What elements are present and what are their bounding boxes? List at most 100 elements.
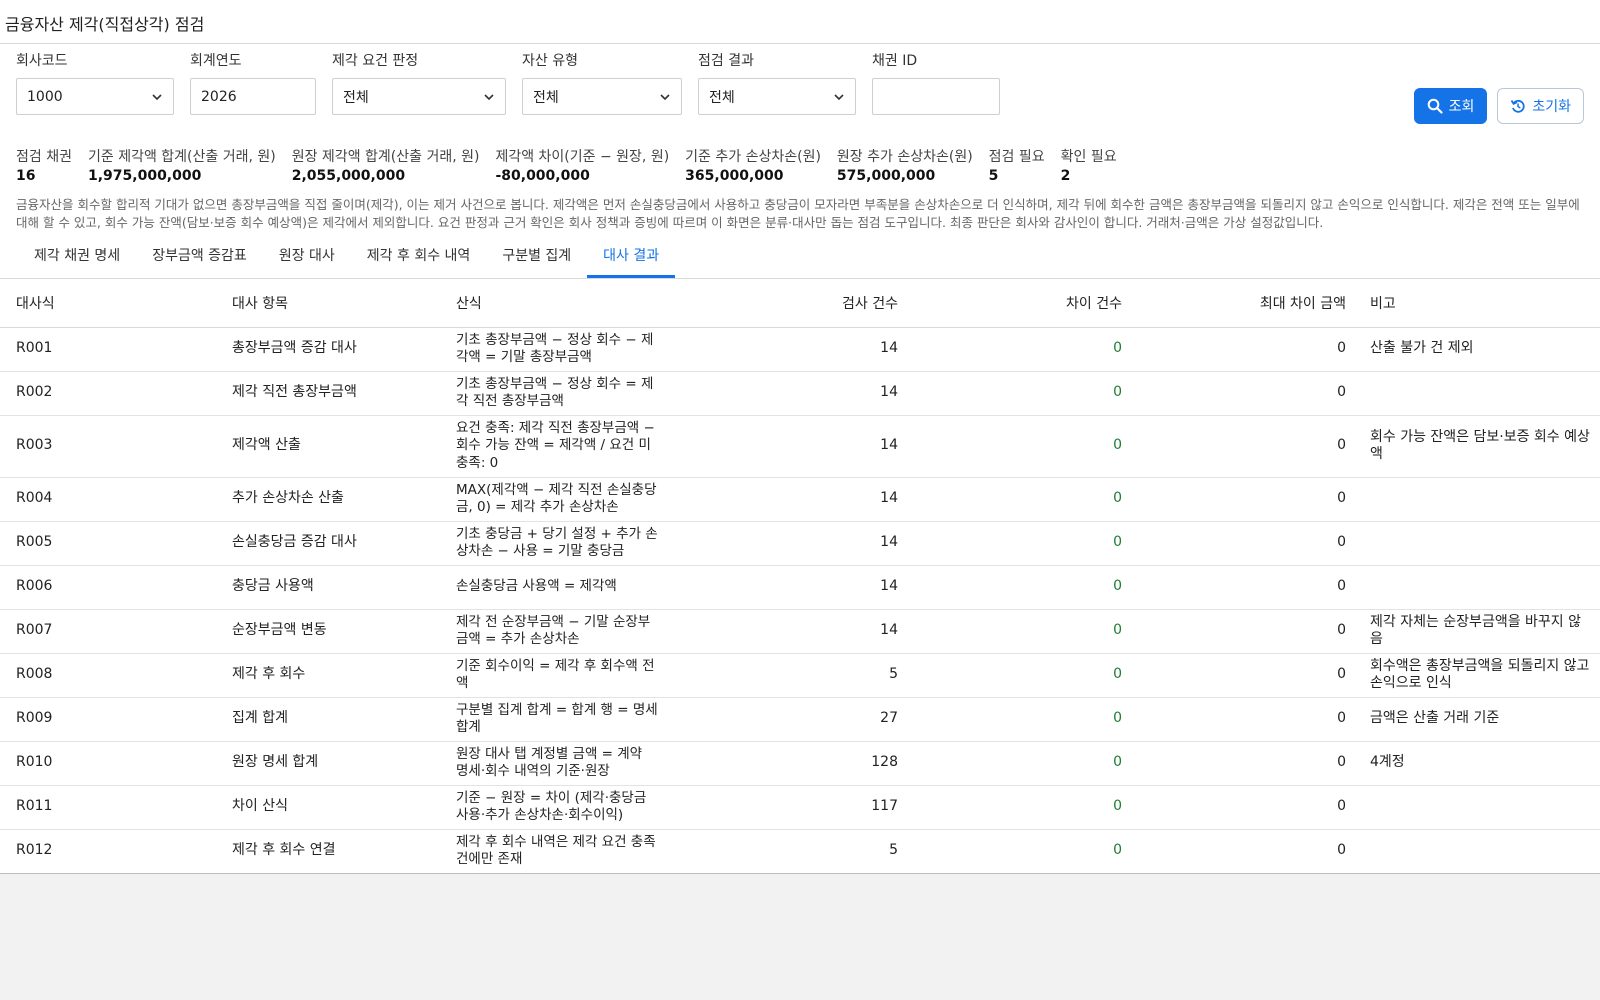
bond-id-label: 채권 ID — [872, 53, 918, 69]
tab-reconciliation-results[interactable]: 대사 결과 — [587, 235, 676, 278]
filter-bar: 회사코드 1000 회계연도 제각 요건 판정 전체 자산 유형 전체 — [16, 52, 1584, 130]
summary-item: 점검 채권 16 — [16, 146, 72, 184]
chevron-down-icon — [152, 93, 162, 100]
rule-id-cell: R006 — [0, 565, 216, 610]
diff-count-cell: 0 — [906, 741, 1130, 786]
guidance-note: 금융자산을 회수할 합리적 기대가 없으면 총장부금액을 직접 줄이며(제각),… — [16, 197, 1580, 230]
diff-count-cell: 0 — [906, 565, 1130, 610]
rule-id-cell: R007 — [0, 609, 216, 654]
check-count-cell: 14 — [666, 371, 906, 416]
rule-id-cell: R012 — [0, 829, 216, 874]
formula-cell: MAX(제각액 − 제각 직전 손실충당금, 0) = 제각 추가 손상차손 — [440, 477, 666, 522]
diff-count-cell: 0 — [906, 653, 1130, 698]
max-diff-cell: 0 — [1130, 609, 1354, 654]
check-result-select[interactable]: 전체 — [698, 78, 856, 115]
formula-cell: 기준 − 원장 = 차이 (제각·충당금 사용·추가 손상차손·회수이익) — [440, 785, 666, 830]
formula-cell: 기초 총장부금액 − 정상 회수 = 제각 직전 총장부금액 — [440, 371, 666, 416]
remark-cell: 금액은 산출 거래 기준 — [1354, 697, 1600, 742]
column-header[interactable]: 대사식 — [0, 279, 216, 328]
check-result-label: 점검 결과 — [698, 53, 754, 69]
table-row[interactable]: R010 원장 명세 합계 원장 대사 탭 계정별 금액 = 계약 명세·회수 내역… — [0, 741, 1600, 786]
table-row[interactable]: R009 집계 합계 구분별 집계 합계 = 합계 행 = 명세 합계 27 0 0 금액은… — [0, 697, 1600, 742]
search-button[interactable]: 조회 — [1413, 88, 1488, 124]
max-diff-cell: 0 — [1130, 521, 1354, 566]
table-row[interactable]: R004 추가 손상차손 산출 MAX(제각액 − 제각 직전 손실충당금, 0) … — [0, 477, 1600, 522]
max-diff-cell: 0 — [1130, 653, 1354, 698]
tab-carrying-amount[interactable]: 장부금액 증감표 — [136, 235, 263, 278]
summary-value: 16 — [16, 168, 36, 184]
tab-ledger-reconciliation[interactable]: 원장 대사 — [263, 235, 351, 278]
formula-cell: 기초 총장부금액 − 정상 회수 − 제각액 = 기말 총장부금액 — [440, 327, 666, 372]
tab-recoveries[interactable]: 제각 후 회수 내역 — [351, 235, 487, 278]
max-diff-cell: 0 — [1130, 785, 1354, 830]
rule-item-cell: 순장부금액 변동 — [216, 609, 440, 654]
check-count-cell: 5 — [666, 829, 906, 874]
asset-type-select[interactable]: 전체 — [522, 78, 682, 115]
fiscal-year-label: 회계연도 — [190, 53, 242, 69]
check-count-cell: 5 — [666, 653, 906, 698]
reset-button[interactable]: 초기화 — [1497, 88, 1584, 124]
summary-item: 기준 제각액 합계(산출 거래, 원) 1,975,000,000 — [88, 146, 276, 184]
search-button-label: 조회 — [1448, 99, 1475, 115]
rule-id-cell: R001 — [0, 327, 216, 372]
remark-cell — [1354, 785, 1600, 830]
remark-cell — [1354, 565, 1600, 610]
rule-item-cell: 총장부금액 증감 대사 — [216, 327, 440, 372]
summary-value: 365,000,000 — [685, 168, 784, 184]
reset-button-label: 초기화 — [1532, 99, 1571, 115]
max-diff-cell: 0 — [1130, 371, 1354, 416]
column-header[interactable]: 검사 건수 — [666, 279, 906, 328]
table-row[interactable]: R002 제각 직전 총장부금액 기초 총장부금액 − 정상 회수 = 제각 직전 … — [0, 371, 1600, 416]
rule-item-cell: 제각 후 회수 — [216, 653, 440, 698]
table-row[interactable]: R011 차이 산식 기준 − 원장 = 차이 (제각·충당금 사용·추가 손상차손… — [0, 785, 1600, 830]
formula-cell: 기준 회수이익 = 제각 후 회수액 전액 — [440, 653, 666, 698]
column-header[interactable]: 최대 차이 금액 — [1130, 279, 1354, 328]
table-row[interactable]: R006 충당금 사용액 손실충당금 사용액 = 제각액 14 0 0 — [0, 565, 1600, 610]
reconciliation-table: 대사식 대사 항목 산식 검사 건수 차이 건수 최대 차이 금액 비고 R00… — [0, 279, 1600, 874]
writeoff-judgment-select[interactable]: 전체 — [332, 78, 506, 115]
remark-cell — [1354, 477, 1600, 522]
company-code-select[interactable]: 1000 — [16, 78, 174, 115]
summary-bar: 점검 채권 16 기준 제각액 합계(산출 거래, 원) 1,975,000,000… — [16, 146, 1584, 184]
table-row[interactable]: R008 제각 후 회수 기준 회수이익 = 제각 후 회수액 전액 5 0 0 회수액은 … — [0, 653, 1600, 698]
tab-writeoff-bonds[interactable]: 제각 채권 명세 — [18, 235, 136, 278]
check-count-cell: 128 — [666, 741, 906, 786]
table-row[interactable]: R007 순장부금액 변동 제각 전 순장부금액 − 기말 순장부금액 = 추가 손… — [0, 609, 1600, 654]
column-header[interactable]: 산식 — [440, 279, 666, 328]
remark-cell: 회수액은 총장부금액을 되돌리지 않고 손익으로 인식 — [1354, 653, 1600, 698]
search-icon — [1427, 98, 1443, 114]
asset-type-value: 전체 — [533, 89, 559, 106]
page-title: 금융자산 제각(직접상각) 점검 — [0, 0, 1600, 44]
diff-count-cell: 0 — [906, 697, 1130, 742]
check-count-cell: 14 — [666, 477, 906, 522]
formula-cell: 기초 충당금 + 당기 설정 + 추가 손상차손 − 사용 = 기말 충당금 — [440, 521, 666, 566]
column-header[interactable]: 대사 항목 — [216, 279, 440, 328]
remark-cell — [1354, 371, 1600, 416]
rule-item-cell: 충당금 사용액 — [216, 565, 440, 610]
check-count-cell: 14 — [666, 327, 906, 372]
max-diff-cell: 0 — [1130, 565, 1354, 610]
rule-id-cell: R009 — [0, 697, 216, 742]
column-header[interactable]: 비고 — [1354, 279, 1600, 328]
max-diff-cell: 0 — [1130, 477, 1354, 522]
remark-cell: 제각 자체는 순장부금액을 바꾸지 않음 — [1354, 609, 1600, 654]
rule-id-cell: R004 — [0, 477, 216, 522]
table-row[interactable]: R003 제각액 산출 요건 충족: 제각 직전 총장부금액 − 회수 가능 잔액 … — [0, 415, 1600, 478]
chevron-down-icon — [484, 93, 494, 100]
column-header[interactable]: 차이 건수 — [906, 279, 1130, 328]
summary-label: 제각액 차이(기준 − 원장, 원) — [495, 149, 670, 165]
max-diff-cell: 0 — [1130, 415, 1354, 478]
diff-count-cell: 0 — [906, 327, 1130, 372]
reset-icon — [1511, 99, 1525, 113]
tab-bar: 제각 채권 명세 장부금액 증감표 원장 대사 제각 후 회수 내역 구분별 집… — [0, 235, 1600, 279]
table-row[interactable]: R012 제각 후 회수 연결 제각 후 회수 내역은 제각 요건 충족 건에만 존… — [0, 829, 1600, 874]
tab-category-summary[interactable]: 구분별 집계 — [486, 235, 587, 278]
table-row[interactable]: R001 총장부금액 증감 대사 기초 총장부금액 − 정상 회수 − 제각액 = … — [0, 327, 1600, 372]
diff-count-cell: 0 — [906, 785, 1130, 830]
rule-item-cell: 손실충당금 증감 대사 — [216, 521, 440, 566]
table-row[interactable]: R005 손실충당금 증감 대사 기초 충당금 + 당기 설정 + 추가 손상차손 … — [0, 521, 1600, 566]
company-code-group: 회사코드 1000 — [16, 52, 174, 115]
summary-label: 점검 필요 — [988, 149, 1045, 165]
fiscal-year-input[interactable] — [190, 78, 316, 115]
bond-id-input[interactable] — [872, 78, 1000, 115]
